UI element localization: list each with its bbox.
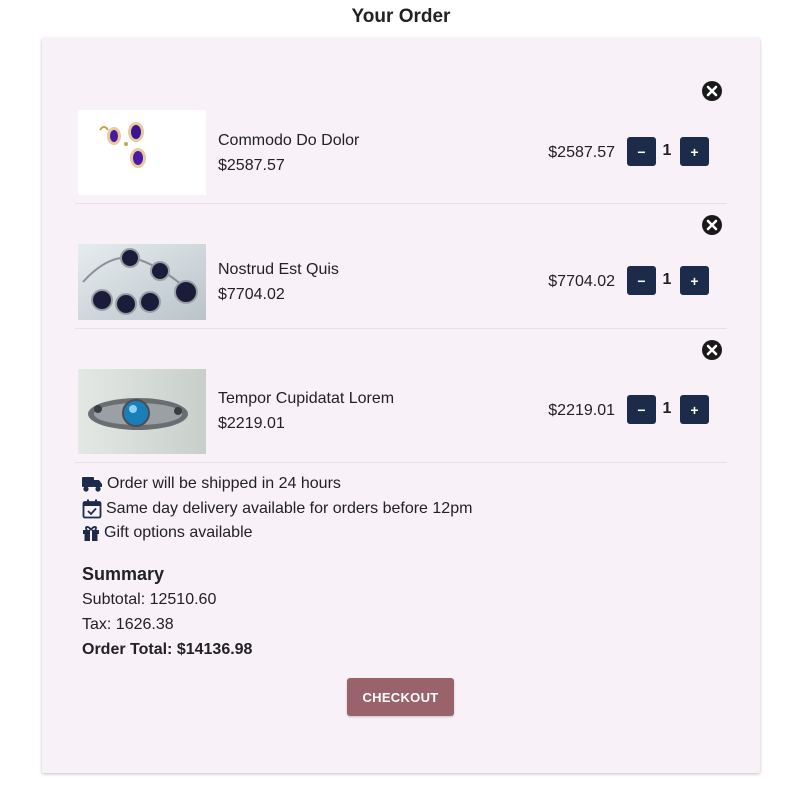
checkout-button[interactable]: CHECKOUT [347, 678, 454, 716]
product-image [78, 110, 206, 195]
shipping-text: Order will be shipped in 24 hours [107, 475, 341, 492]
page-title: Your Order [351, 6, 451, 27]
cart-item: Nostrud Est Quis $7704.02 $7704.02 − 1 + [75, 203, 727, 329]
summary-heading: Summary [82, 564, 165, 584]
product-image [78, 244, 206, 320]
order-card: Commodo Do Dolor $2587.57 $2587.57 − 1 + [42, 38, 760, 773]
subtotal: Subtotal: 12510.60 [82, 591, 217, 608]
shipping-info: Order will be shipped in 24 hours [82, 475, 341, 493]
decrease-quantity-button[interactable]: − [627, 137, 656, 166]
truck-icon [82, 476, 102, 492]
product-name[interactable]: Tempor Cupidatat Lorem [218, 390, 394, 408]
earrings-icon [78, 110, 206, 195]
remove-item-button[interactable] [701, 339, 723, 361]
product-price: $2219.01 [218, 415, 285, 432]
quantity-value: 1 [662, 400, 672, 417]
delivery-text: Same day delivery available for orders b… [106, 500, 473, 517]
cart-item: Tempor Cupidatat Lorem $2219.01 $2219.01… [75, 328, 727, 463]
necklace-icon [78, 244, 206, 320]
decrease-quantity-button[interactable]: − [627, 266, 656, 295]
product-image [78, 369, 206, 454]
line-total: $2219.01 [548, 402, 615, 419]
gift-text: Gift options available [104, 524, 253, 541]
gift-info: Gift options available [82, 524, 253, 542]
delivery-info: Same day delivery available for orders b… [82, 499, 472, 519]
calendar-check-icon [82, 499, 102, 519]
cart-item: Commodo Do Dolor $2587.57 $2587.57 − 1 + [75, 68, 727, 204]
line-total: $2587.57 [548, 144, 615, 161]
quantity-value: 1 [662, 271, 672, 288]
decrease-quantity-button[interactable]: − [627, 395, 656, 424]
gift-icon [83, 526, 99, 541]
remove-item-button[interactable] [701, 214, 723, 236]
close-circle-icon [702, 81, 722, 101]
close-circle-icon [702, 340, 722, 360]
close-circle-icon [702, 215, 722, 235]
increase-quantity-button[interactable]: + [680, 395, 709, 424]
product-name[interactable]: Nostrud Est Quis [218, 261, 339, 279]
product-name[interactable]: Commodo Do Dolor [218, 132, 359, 150]
product-price: $7704.02 [218, 286, 285, 303]
bracelet-icon [78, 369, 206, 454]
increase-quantity-button[interactable]: + [680, 137, 709, 166]
quantity-value: 1 [662, 142, 672, 159]
tax: Tax: 1626.38 [82, 616, 174, 633]
order-total: Order Total: $14136.98 [82, 641, 253, 658]
increase-quantity-button[interactable]: + [680, 266, 709, 295]
line-total: $7704.02 [548, 273, 615, 290]
remove-item-button[interactable] [701, 80, 723, 102]
product-price: $2587.57 [218, 157, 285, 174]
